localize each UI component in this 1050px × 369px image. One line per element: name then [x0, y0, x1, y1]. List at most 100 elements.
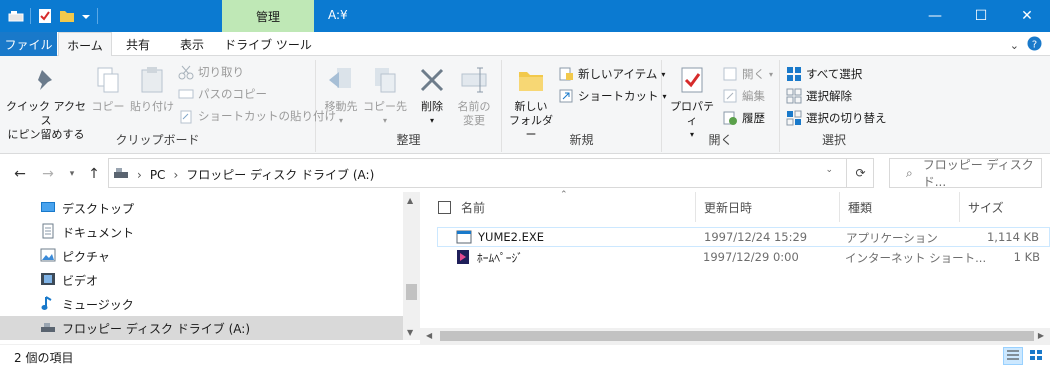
scroll-up-icon[interactable]: ▲ [407, 196, 413, 205]
select-none-button[interactable]: 選択解除 [786, 86, 852, 106]
horizontal-scrollbar-thumb[interactable] [440, 331, 1034, 341]
drive-icon[interactable] [8, 8, 24, 24]
internet-shortcut-icon [455, 249, 471, 268]
nav-item-music[interactable]: ミュージック [0, 292, 403, 316]
new-item-icon [558, 66, 574, 82]
paste-shortcut-icon [178, 108, 194, 124]
new-folder-label-line1: 新しい [514, 100, 548, 113]
back-button[interactable]: ← [10, 165, 30, 183]
new-folder-icon[interactable] [59, 8, 75, 24]
music-icon [40, 295, 56, 314]
open-icon [722, 66, 738, 82]
nav-item-pictures[interactable]: ピクチャ [0, 244, 403, 268]
nav-scrollbar[interactable]: ▲ ▼ [403, 192, 420, 340]
status-bar [0, 344, 1050, 369]
file-type: インターネット ショート... [845, 251, 987, 265]
document-icon [40, 223, 56, 242]
floppy-drive-icon [40, 319, 56, 338]
scroll-left-icon[interactable]: ◀ [426, 331, 432, 340]
clipboard-group: クイック アクセス にピン留めする コピー 貼り付け 切り取り パスのコピー シ… [0, 60, 336, 152]
column-header-size[interactable]: サイズ [960, 192, 1040, 222]
shortcut-button[interactable]: ショートカット ▾ [558, 86, 667, 106]
select-all-checkbox[interactable] [438, 200, 451, 214]
new-item-label: 新しいアイテム [578, 67, 658, 81]
cut-button[interactable]: 切り取り [178, 62, 244, 82]
search-input[interactable]: ⌕ フロッピー ディスク ド... [889, 158, 1042, 189]
copy-path-button[interactable]: パスのコピー [178, 84, 267, 104]
tab-view[interactable]: 表示 [166, 32, 218, 56]
open-group-label: 開く [708, 133, 733, 147]
search-icon: ⌕ [906, 165, 913, 180]
edit-icon [722, 88, 738, 104]
move-to-button[interactable]: 移動先 ▾ [320, 64, 362, 128]
open-button[interactable]: 開く ▾ [722, 64, 773, 84]
tab-file[interactable]: ファイル [0, 32, 57, 56]
column-header-type[interactable]: 種類 [840, 192, 960, 222]
file-size: 1 KB [1013, 250, 1040, 264]
copy-path-icon [178, 86, 194, 102]
scroll-right-icon[interactable]: ▶ [1038, 331, 1044, 340]
scroll-down-icon[interactable]: ▼ [407, 328, 413, 337]
new-item-button[interactable]: 新しいアイテム ▾ [558, 64, 665, 84]
history-button[interactable]: 履歴 [722, 108, 765, 128]
details-view-button[interactable] [1003, 347, 1023, 365]
tab-home[interactable]: ホーム [58, 32, 112, 57]
arrow-left-icon: ← [14, 166, 26, 182]
chevron-down-icon: ▾ [338, 116, 343, 125]
breadcrumb-drive[interactable]: フロッピー ディスク ドライブ (A:) [186, 166, 374, 183]
navigation-pane: デスクトップ ドキュメント ピクチャ ビデオ ミュージック フロッピー ディスク… [0, 192, 420, 340]
invert-selection-button[interactable]: 選択の切り替え [786, 108, 887, 128]
folder-icon [515, 64, 547, 96]
up-button[interactable]: ↑ [84, 165, 104, 183]
address-history-chevron-icon[interactable]: ⌄ [825, 165, 833, 175]
qat-divider-2 [97, 8, 98, 24]
recent-locations-button[interactable]: ▾ [62, 165, 82, 183]
nav-scrollbar-thumb[interactable] [406, 284, 417, 300]
copy-label: コピー [91, 100, 125, 113]
maximize-button[interactable]: ☐ [958, 0, 1004, 32]
video-icon [40, 271, 56, 290]
nav-item-documents[interactable]: ドキュメント [0, 220, 403, 244]
tab-drive-tools[interactable]: ドライブ ツール [222, 32, 314, 56]
file-row[interactable]: YUME2.EXE 1997/12/24 15:29 アプリケーション 1,11… [437, 227, 1050, 247]
select-all-label: すべて選択 [806, 67, 863, 81]
help-icon[interactable]: ? [1027, 36, 1042, 54]
copy-button[interactable]: コピー [88, 64, 128, 114]
breadcrumb-pc[interactable]: PC [150, 168, 166, 182]
nav-item-floppy-drive[interactable]: フロッピー ディスク ドライブ (A:) [0, 316, 403, 340]
rename-button[interactable]: 名前の 変更 [452, 64, 496, 128]
breadcrumb-separator-icon: › [173, 167, 179, 182]
file-size: 1,114 KB [986, 230, 1039, 244]
edit-button[interactable]: 編集 [722, 86, 765, 106]
refresh-button[interactable]: ⟳ [846, 158, 874, 188]
drive-icon [113, 165, 129, 184]
tab-share[interactable]: 共有 [114, 32, 162, 56]
copy-icon [92, 64, 124, 96]
shortcut-label: ショートカット [578, 89, 659, 103]
delete-button[interactable]: 削除 ▾ [414, 64, 450, 128]
close-button[interactable]: ✕ [1004, 0, 1050, 32]
chevron-down-icon[interactable] [81, 8, 91, 24]
properties-check-icon[interactable] [37, 8, 53, 24]
forward-button[interactable]: → [38, 165, 58, 183]
copy-to-label: コピー先 [363, 100, 407, 113]
paste-shortcut-button[interactable]: ショートカットの貼り付け [178, 106, 336, 126]
select-all-button[interactable]: すべて選択 [786, 64, 862, 84]
file-row[interactable]: ﾎｰﾑﾍﾟｰｼﾞ 1997/12/29 0:00 インターネット ショート...… [437, 248, 1050, 268]
address-bar[interactable]: › PC › フロッピー ディスク ドライブ (A:) ⌄ [108, 158, 874, 188]
paste-label: 貼り付け [130, 100, 174, 113]
context-tab-manage[interactable]: 管理 [222, 0, 314, 32]
exe-icon [456, 229, 472, 248]
pin-label-line1: クイック アクセス [6, 100, 86, 127]
paste-button[interactable]: 貼り付け [128, 64, 176, 114]
column-header-name[interactable]: 名前 [430, 192, 696, 222]
expand-ribbon-icon[interactable]: ⌄ [1010, 39, 1019, 52]
large-icons-view-button[interactable] [1026, 347, 1046, 365]
nav-item-desktop[interactable]: デスクトップ [0, 196, 403, 220]
cut-label: 切り取り [198, 65, 244, 79]
copy-to-button[interactable]: コピー先 ▾ [362, 64, 408, 128]
column-name-label: 名前 [461, 200, 486, 215]
minimize-button[interactable]: — [912, 0, 958, 32]
column-header-date[interactable]: 更新日時 [696, 192, 840, 222]
nav-item-videos[interactable]: ビデオ [0, 268, 403, 292]
